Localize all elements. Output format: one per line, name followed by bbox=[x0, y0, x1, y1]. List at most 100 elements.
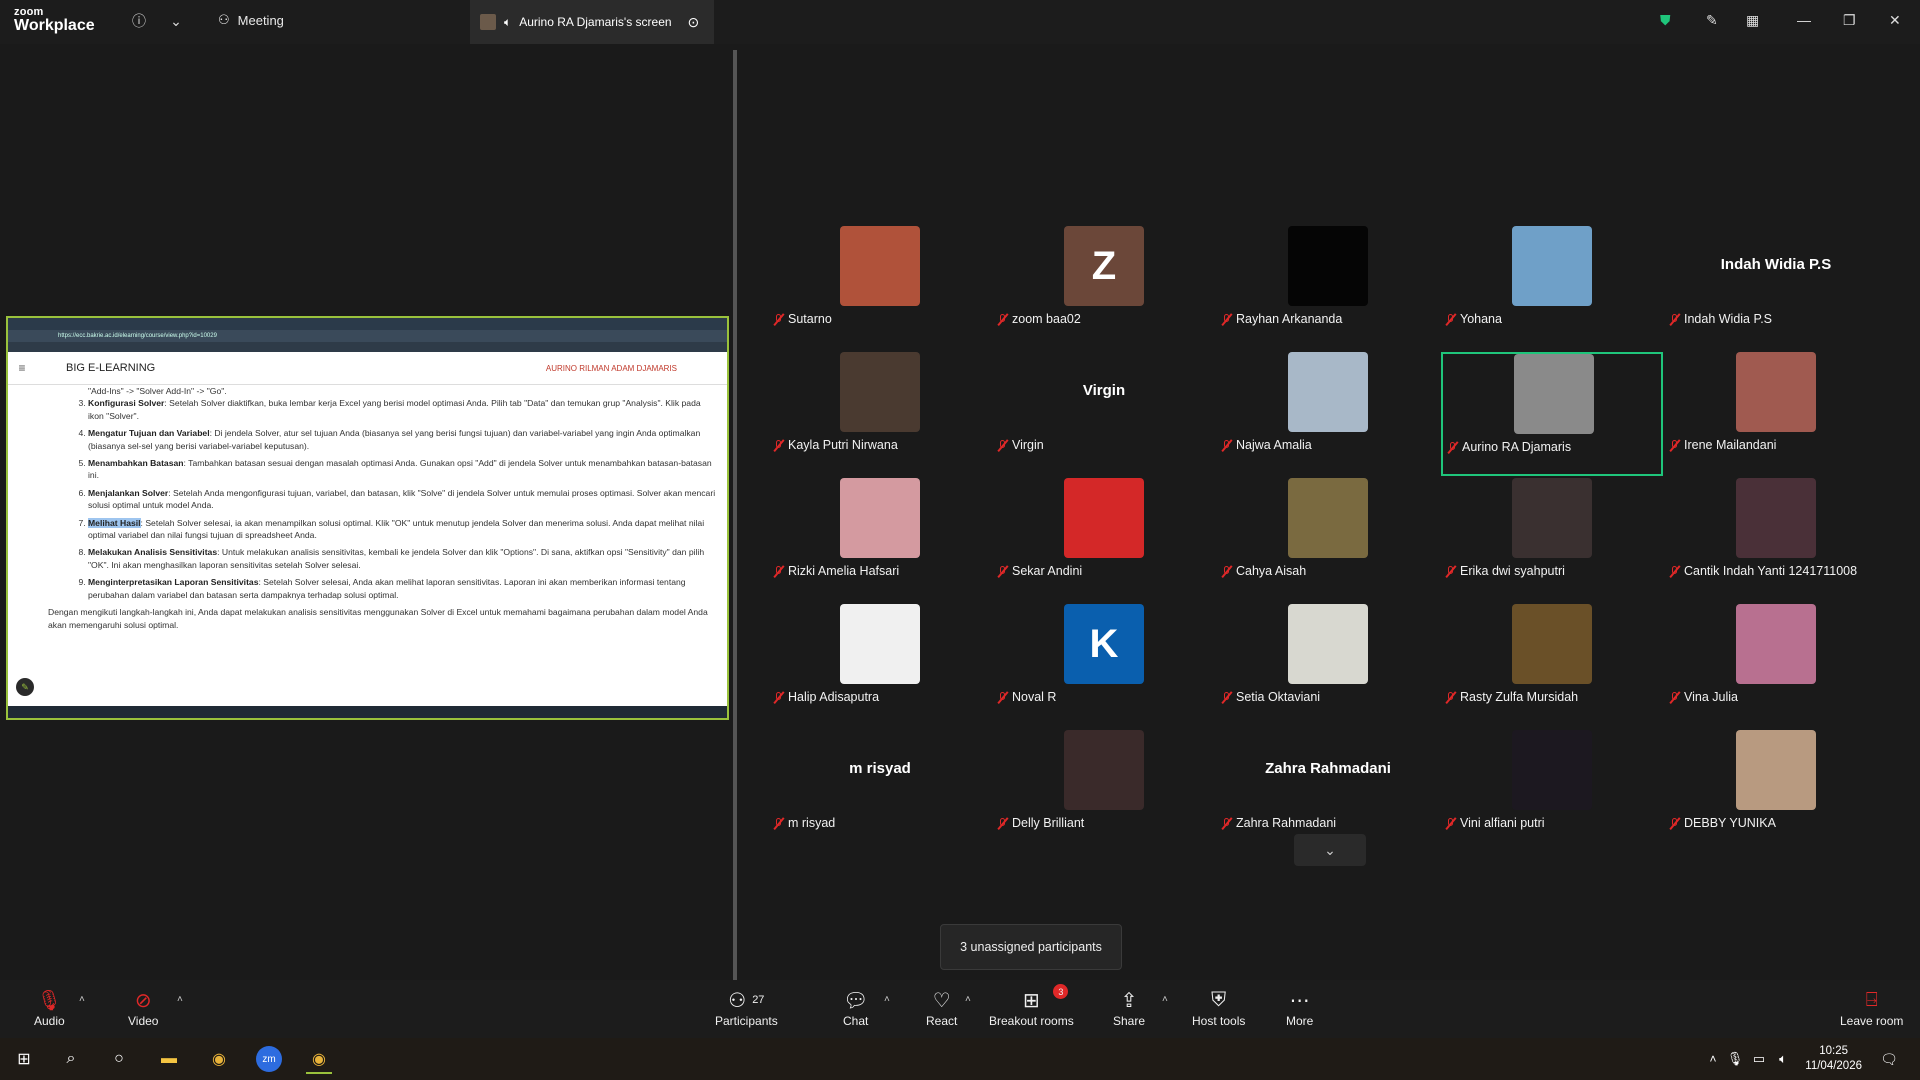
restore-icon[interactable]: ❐ bbox=[1843, 12, 1856, 29]
participant-initial-avatar: Z bbox=[1064, 226, 1144, 306]
react-options-caret-icon[interactable]: ˄ bbox=[965, 994, 971, 1005]
video-button[interactable]: ⊘ Video bbox=[128, 986, 158, 1029]
participant-tile[interactable]: Setia Oktaviani bbox=[1217, 604, 1439, 728]
participant-name: Erika dwi syahputri bbox=[1460, 564, 1565, 578]
step-text: : Setelah Anda mengonfigurasi tujuan, va… bbox=[88, 487, 716, 511]
participant-video bbox=[840, 478, 920, 558]
participant-name-label: Yohana bbox=[1445, 312, 1502, 326]
participant-name: Setia Oktaviani bbox=[1236, 690, 1321, 704]
chrome-active-icon[interactable]: ◉ bbox=[306, 1046, 332, 1074]
step-title: Mengatur Tujuan dan Variabel bbox=[88, 428, 210, 439]
leave-label: Leave room bbox=[1840, 1014, 1904, 1028]
participant-tile[interactable]: Cantik Indah Yanti 1241711008 bbox=[1665, 478, 1887, 602]
screen-share-tab[interactable]: 🔈︎ Aurino RA Djamaris's screen ⊙ bbox=[470, 0, 714, 44]
participant-tile[interactable]: Kayla Putri Nirwana bbox=[769, 352, 991, 476]
notifications-icon[interactable]: 🗨︎ bbox=[1876, 1046, 1902, 1072]
solver-step: Konfigurasi Solver: Setelah Solver diakt… bbox=[88, 397, 717, 422]
system-clock[interactable]: 10:25 11/04/2026 bbox=[1805, 1044, 1862, 1074]
more-options-icon[interactable]: ⊙ bbox=[688, 14, 700, 31]
split-view-divider[interactable] bbox=[733, 50, 737, 980]
participant-tile[interactable]: Rizki Amelia Hafsari bbox=[769, 478, 991, 602]
mic-muted-icon bbox=[773, 313, 784, 326]
host-tools-button[interactable]: ⛨ Host tools bbox=[1192, 986, 1245, 1029]
participant-tile[interactable]: DEBBY YUNIKA bbox=[1665, 730, 1887, 854]
participant-tile[interactable]: Aurino RA Djamaris bbox=[1441, 352, 1663, 476]
participant-tile[interactable]: Rasty Zulfa Mursidah bbox=[1441, 604, 1663, 728]
mic-muted-icon bbox=[1669, 691, 1680, 704]
participant-name-label: Cantik Indah Yanti 1241711008 bbox=[1669, 564, 1857, 578]
share-button[interactable]: ⇪ Share bbox=[1113, 986, 1146, 1029]
clock-time: 10:25 bbox=[1819, 1045, 1849, 1057]
search-icon[interactable]: ⌕ bbox=[58, 1046, 84, 1072]
participant-name: Kayla Putri Nirwana bbox=[788, 438, 898, 452]
encryption-shield-icon[interactable]: ⛊ bbox=[1660, 12, 1671, 29]
chat-button[interactable]: 💬︎ Chat bbox=[843, 986, 868, 1029]
annotate-pencil-icon[interactable]: ✎ bbox=[1706, 12, 1718, 29]
windows-start-icon[interactable]: ⊞ bbox=[11, 1046, 37, 1072]
participants-button[interactable]: ⚇ 27 Participants bbox=[715, 986, 778, 1029]
participant-name-label: DEBBY YUNIKA bbox=[1669, 816, 1776, 830]
presenter-avatar bbox=[480, 14, 496, 30]
mic-muted-icon bbox=[1669, 439, 1680, 452]
more-button[interactable]: ⋯ More bbox=[1286, 986, 1313, 1029]
network-icon[interactable]: ▭ bbox=[1746, 1046, 1772, 1072]
volume-icon[interactable]: 🔈︎ bbox=[1770, 1046, 1796, 1072]
participant-video bbox=[1064, 730, 1144, 810]
shared-screen-view[interactable]: https://ecc.bakrie.ac.id/elearning/cours… bbox=[6, 316, 729, 720]
participant-tile[interactable]: K Noval R bbox=[993, 604, 1215, 728]
participant-tile[interactable]: Rayhan Arkananda bbox=[1217, 226, 1439, 350]
participant-name-label: Aurino RA Djamaris bbox=[1447, 440, 1571, 454]
view-layout-icon[interactable]: ▦ bbox=[1746, 12, 1759, 29]
participant-name-label: Rayhan Arkananda bbox=[1221, 312, 1342, 326]
video-options-caret-icon[interactable]: ˄ bbox=[177, 994, 183, 1005]
mic-muted-icon bbox=[1447, 441, 1458, 454]
mic-muted-icon bbox=[1669, 817, 1680, 830]
share-options-caret-icon[interactable]: ˄ bbox=[1162, 994, 1168, 1005]
meeting-toolbar: 🎙︎ Audio ˄ ⊘ Video ˄ ⚇ 27 Participants 💬︎… bbox=[0, 980, 1920, 1038]
chat-options-caret-icon[interactable]: ˄ bbox=[884, 994, 890, 1005]
audio-options-caret-icon[interactable]: ˄ bbox=[79, 994, 85, 1005]
participant-tile[interactable]: Sutarno bbox=[769, 226, 991, 350]
participant-tile[interactable]: Delly Brilliant bbox=[993, 730, 1215, 854]
mic-muted-icon bbox=[997, 817, 1008, 830]
participant-name-label: Kayla Putri Nirwana bbox=[773, 438, 898, 452]
mic-muted-icon bbox=[1445, 817, 1456, 830]
leave-room-button[interactable]: ⍈ Leave room bbox=[1840, 986, 1904, 1029]
participant-tile[interactable]: m risyad m risyad bbox=[769, 730, 991, 854]
participant-tile[interactable]: Irene Mailandani bbox=[1665, 352, 1887, 476]
participant-name-label: Irene Mailandani bbox=[1669, 438, 1776, 452]
participant-tile[interactable]: Yohana bbox=[1441, 226, 1663, 350]
participant-tile[interactable]: Zzoom baa02 bbox=[993, 226, 1215, 350]
task-view-icon[interactable]: ○ bbox=[106, 1046, 132, 1072]
participant-display-name: Indah Widia P.S bbox=[1720, 256, 1832, 273]
participant-tile[interactable]: Vini alfiani putri bbox=[1441, 730, 1663, 854]
participant-tile[interactable]: Erika dwi syahputri bbox=[1441, 478, 1663, 602]
share-label: Share bbox=[1113, 1014, 1146, 1028]
participant-tile[interactable]: Cahya Aisah bbox=[1217, 478, 1439, 602]
scroll-down-chevron-icon[interactable]: ⌄ bbox=[1294, 834, 1366, 866]
participant-tile[interactable]: Indah Widia P.S Indah Widia P.S bbox=[1665, 226, 1887, 350]
participant-name-label: Vini alfiani putri bbox=[1445, 816, 1545, 830]
zoom-app-icon[interactable]: zm bbox=[256, 1046, 282, 1072]
participant-tile[interactable]: Sekar Andini bbox=[993, 478, 1215, 602]
minimize-icon[interactable]: — bbox=[1797, 12, 1811, 28]
chevron-down-icon[interactable]: ⌄ bbox=[165, 10, 187, 32]
microphone-tray-icon[interactable]: 🎙︎ bbox=[1722, 1046, 1748, 1072]
info-icon[interactable]: ⓘ bbox=[128, 10, 150, 32]
audio-button[interactable]: 🎙︎ Audio bbox=[34, 986, 65, 1029]
chrome-icon[interactable]: ◉ bbox=[206, 1046, 232, 1072]
mic-muted-icon: 🎙︎ bbox=[36, 989, 63, 1012]
close-icon[interactable]: ✕ bbox=[1889, 12, 1901, 29]
react-button[interactable]: ♡ React bbox=[926, 986, 957, 1029]
participant-tile[interactable]: Virgin Virgin bbox=[993, 352, 1215, 476]
participant-name: Halip Adisaputra bbox=[788, 690, 880, 704]
breakout-rooms-button[interactable]: ⊞ 3 Breakout rooms bbox=[989, 984, 1074, 1028]
annotation-pencil-icon[interactable]: ✎ bbox=[16, 678, 34, 696]
participant-tile[interactable]: Najwa Amalia bbox=[1217, 352, 1439, 476]
meeting-tab[interactable]: ⚇ Meeting bbox=[218, 12, 284, 28]
file-explorer-icon[interactable]: ▬ bbox=[156, 1046, 182, 1072]
participant-tile[interactable]: Vina Julia bbox=[1665, 604, 1887, 728]
participant-video bbox=[1512, 226, 1592, 306]
participant-name: Sutarno bbox=[788, 312, 832, 326]
participant-tile[interactable]: Halip Adisaputra bbox=[769, 604, 991, 728]
